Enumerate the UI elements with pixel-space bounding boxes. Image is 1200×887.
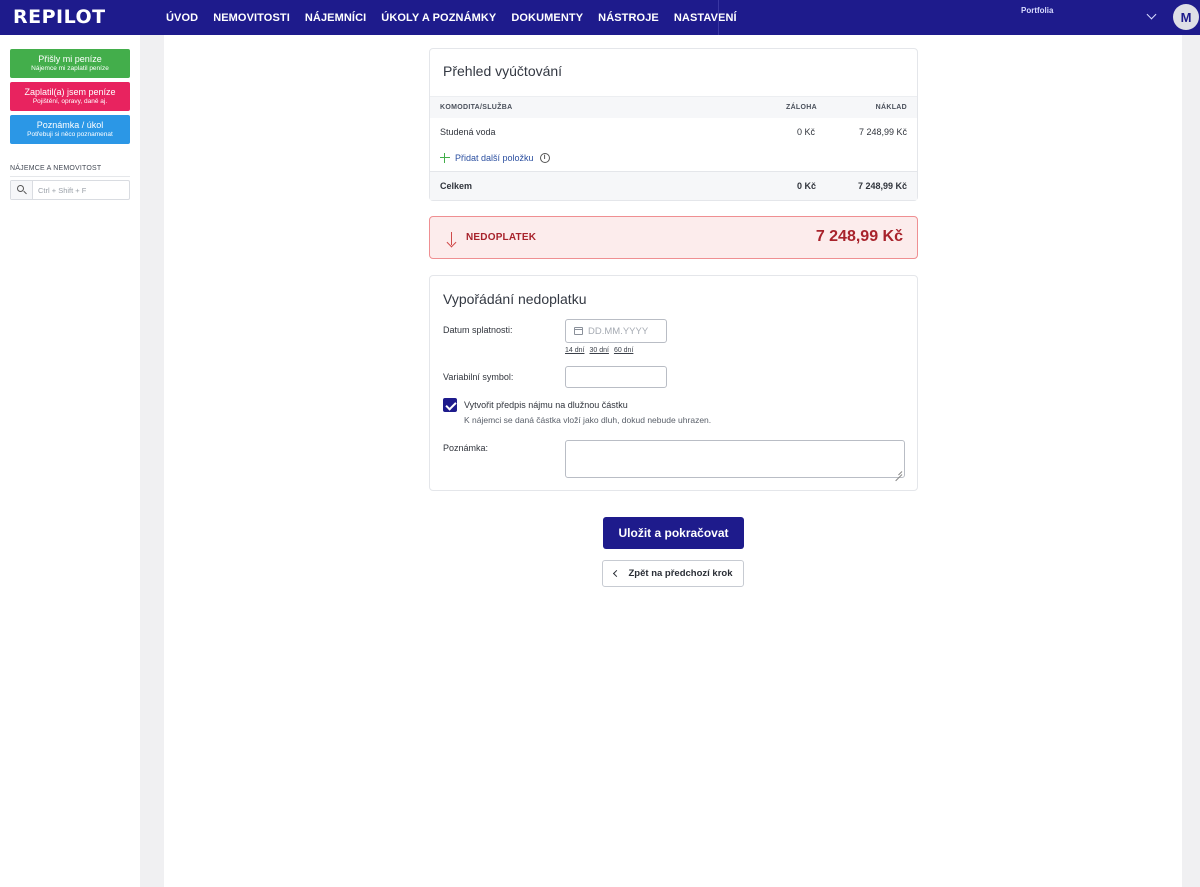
due-date-label: Datum splatnosti: — [443, 325, 513, 335]
money-paid-subtitle: Pojištění, opravy, daně aj. — [32, 98, 108, 105]
portfolio-selector[interactable]: Portfolia — [718, 0, 1170, 35]
back-button-label: Zpět na předchozí krok — [628, 568, 733, 579]
tenant-search — [10, 180, 130, 200]
info-icon[interactable]: i — [539, 153, 550, 163]
settlement-card: Vypořádání nedoplatku Datum splatnosti: … — [429, 275, 918, 491]
tenant-search-input[interactable] — [38, 183, 126, 197]
note-task-button[interactable]: Poznámka / úkol Potřebuji si něco poznam… — [10, 115, 130, 144]
repilot-logo[interactable]: REPILOT — [13, 6, 106, 28]
column-cost: NÁKLAD — [875, 104, 907, 111]
checkbox-help-text: K nájemci se daná částka vloží jako dluh… — [464, 415, 712, 425]
underpayment-amount: 7 248,99 Kč — [815, 228, 903, 245]
money-paid-button[interactable]: Zaplatil(a) jsem peníze Pojištění, oprav… — [10, 82, 130, 111]
billing-overview-card: Přehled vyúčtování KOMODITA/SLUŽBA ZÁLOH… — [429, 48, 918, 201]
note-label: Poznámka: — [443, 443, 489, 453]
column-deposit: ZÁLOHA — [786, 104, 817, 111]
money-received-button[interactable]: Přišly mi peníze Nájemce mi zaplatil pen… — [10, 49, 130, 78]
total-row: Celkem 0 Kč 7 248,99 Kč — [430, 171, 917, 200]
settlement-title: Vypořádání nedoplatku — [443, 291, 587, 307]
due-date-quick-options: 14 dní 30 dní 60 dní — [565, 347, 633, 354]
underpayment-banner: NEDOPLATEK 7 248,99 Kč — [429, 216, 918, 259]
add-item-button[interactable]: Přidat další položku i — [440, 153, 550, 163]
underpayment-label: NEDOPLATEK — [466, 232, 537, 243]
nav-item-ukoly[interactable]: ÚKOLY A POZNÁMKY — [381, 12, 496, 24]
money-received-title: Přišly mi peníze — [38, 54, 102, 64]
sidebar-section-label: NÁJEMCE A NEMOVITOST — [10, 165, 102, 172]
plus-icon — [440, 153, 450, 163]
quick-option-14[interactable]: 14 dní — [565, 347, 584, 354]
sidebar-divider — [10, 176, 130, 177]
note-task-title: Poznámka / úkol — [36, 120, 104, 130]
search-icon[interactable] — [11, 181, 33, 199]
table-header: KOMODITA/SLUŽBA ZÁLOHA NÁKLAD — [430, 96, 917, 118]
row-deposit: 0 Kč — [797, 127, 816, 137]
user-avatar[interactable]: M — [1173, 4, 1199, 30]
top-navigation-bar: REPILOT ÚVOD NEMOVITOSTI NÁJEMNÍCI ÚKOLY… — [0, 0, 1200, 35]
arrow-down-icon — [446, 231, 458, 248]
note-textarea[interactable] — [565, 440, 905, 478]
note-task-subtitle: Potřebuji si něco poznamenat — [27, 131, 113, 138]
chevron-down-icon — [1146, 9, 1157, 20]
add-item-label: Přidat další položku — [455, 153, 534, 163]
portfolio-label: Portfolia — [1021, 6, 1054, 15]
due-date-field[interactable] — [565, 319, 667, 343]
nav-item-uvod[interactable]: ÚVOD — [166, 12, 198, 24]
variable-symbol-field[interactable] — [565, 366, 667, 388]
row-cost: 7 248,99 Kč — [858, 127, 907, 137]
money-paid-title: Zaplatil(a) jsem peníze — [24, 87, 116, 97]
nav-item-dokumenty[interactable]: DOKUMENTY — [511, 12, 583, 24]
quick-option-30[interactable]: 30 dní — [589, 347, 608, 354]
create-rent-prescription-checkbox[interactable] — [443, 398, 457, 412]
nav-item-nemovitosti[interactable]: NEMOVITOSTI — [213, 12, 290, 24]
quick-option-60[interactable]: 60 dní — [614, 347, 633, 354]
money-received-subtitle: Nájemce mi zaplatil peníze — [31, 65, 109, 72]
column-service: KOMODITA/SLUŽBA — [440, 104, 513, 111]
due-date-input[interactable] — [588, 325, 658, 337]
save-and-continue-label: Uložit a pokračovat — [618, 526, 729, 540]
sidebar: Přišly mi peníze Nájemce mi zaplatil pen… — [0, 35, 140, 887]
variable-symbol-label: Variabilní symbol: — [443, 372, 514, 382]
resize-handle-icon[interactable] — [895, 468, 902, 475]
nav-item-najemnici[interactable]: NÁJEMNÍCI — [305, 12, 366, 24]
save-and-continue-button[interactable]: Uložit a pokračovat — [603, 517, 744, 549]
chevron-left-icon — [612, 569, 620, 578]
billing-overview-title: Přehled vyúčtování — [443, 63, 563, 79]
logo-text: REPILOT — [13, 6, 106, 28]
total-cost: 7 248,99 Kč — [857, 181, 907, 191]
checkbox-label: Vytvořit předpis nájmu na dlužnou částku — [464, 400, 628, 410]
calendar-icon — [574, 327, 583, 335]
nav-item-nastroje[interactable]: NÁSTROJE — [598, 12, 659, 24]
total-label: Celkem — [440, 181, 473, 191]
total-deposit: 0 Kč — [797, 181, 817, 191]
main-navigation: ÚVOD NEMOVITOSTI NÁJEMNÍCI ÚKOLY A POZNÁ… — [166, 0, 752, 35]
back-button[interactable]: Zpět na předchozí krok — [602, 560, 744, 587]
row-service: Studená voda — [440, 127, 496, 137]
